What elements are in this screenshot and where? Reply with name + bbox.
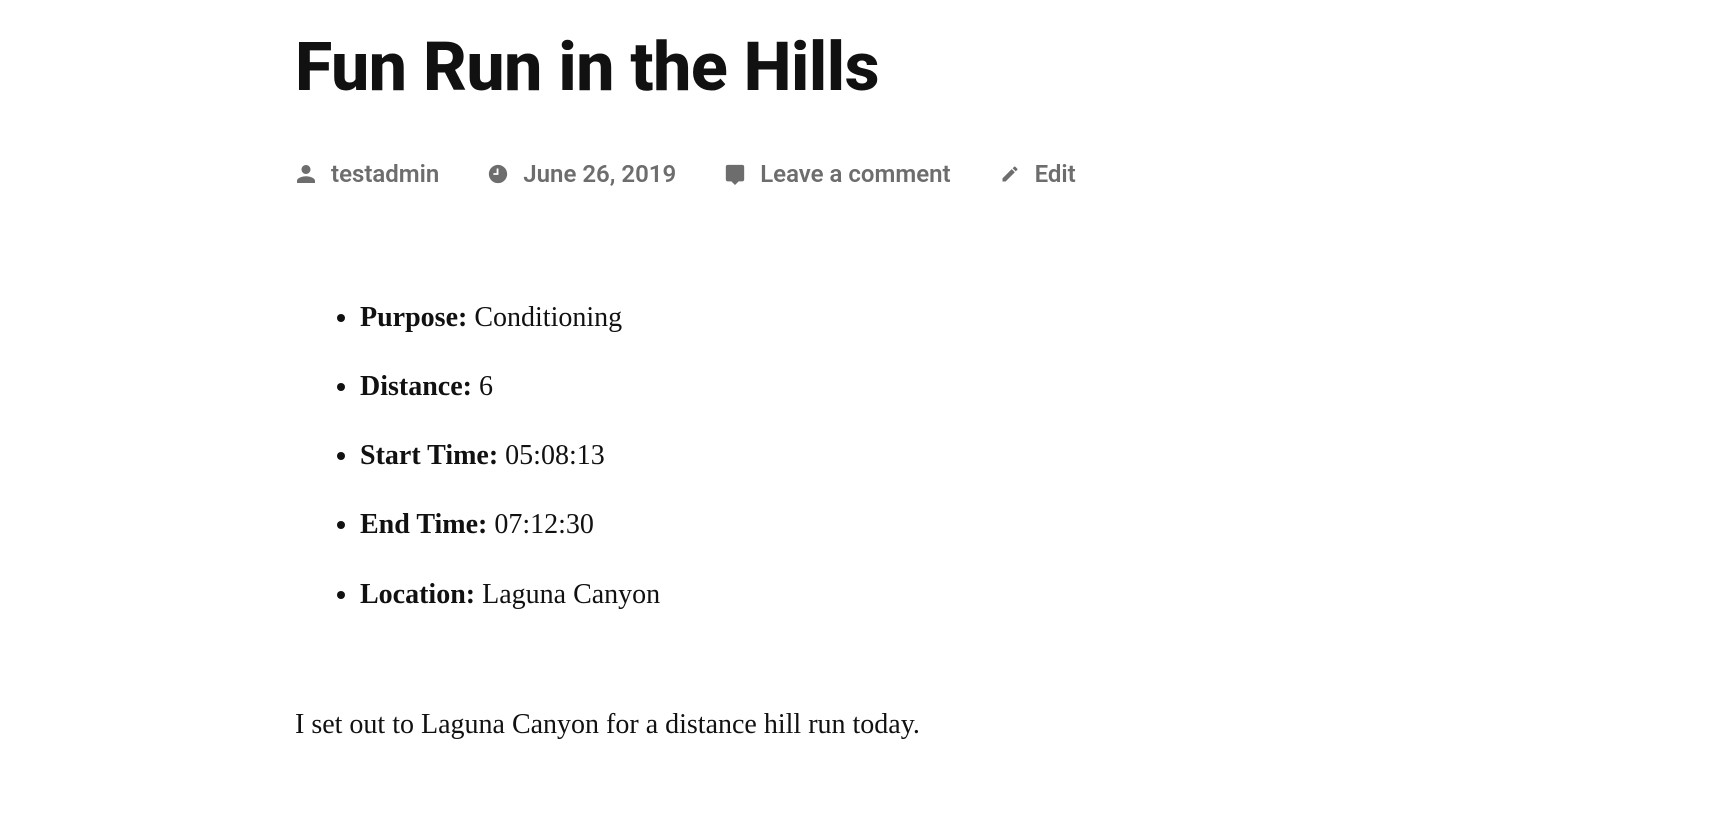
meta-comment: Leave a comment [724, 160, 950, 188]
list-item: Purpose: Conditioning [360, 298, 1395, 337]
detail-value: Conditioning [474, 302, 622, 333]
list-item: End Time: 07:12:30 [360, 505, 1395, 544]
meta-date: June 26, 2019 [487, 160, 676, 188]
date-link[interactable]: June 26, 2019 [523, 160, 676, 188]
detail-label: Purpose: [360, 302, 467, 333]
person-icon [295, 163, 317, 185]
meta-author: testadmin [295, 160, 439, 188]
comment-link[interactable]: Leave a comment [760, 160, 950, 188]
detail-value: 05:08:13 [505, 440, 605, 471]
detail-label: Location: [360, 579, 475, 610]
detail-value: 07:12:30 [494, 509, 594, 540]
detail-value: Laguna Canyon [482, 579, 660, 610]
detail-value: 6 [479, 371, 493, 402]
edit-link[interactable]: Edit [1035, 160, 1076, 188]
comment-icon [724, 163, 746, 185]
list-item: Distance: 6 [360, 367, 1395, 406]
author-link[interactable]: testadmin [331, 160, 439, 188]
post-meta: testadmin June 26, 2019 Leave a comment … [295, 160, 1395, 188]
detail-label: Start Time: [360, 440, 498, 471]
post-container: Fun Run in the Hills testadmin June 26, … [295, 30, 1395, 746]
list-item: Start Time: 05:08:13 [360, 436, 1395, 475]
post-body: I set out to Laguna Canyon for a distanc… [295, 704, 1395, 746]
detail-label: Distance: [360, 371, 472, 402]
meta-edit: Edit [999, 160, 1076, 188]
post-title: Fun Run in the Hills [295, 30, 1395, 105]
list-item: Location: Laguna Canyon [360, 575, 1395, 614]
clock-icon [487, 163, 509, 185]
details-list: Purpose: Conditioning Distance: 6 Start … [295, 298, 1395, 614]
edit-icon [999, 163, 1021, 185]
detail-label: End Time: [360, 509, 487, 540]
